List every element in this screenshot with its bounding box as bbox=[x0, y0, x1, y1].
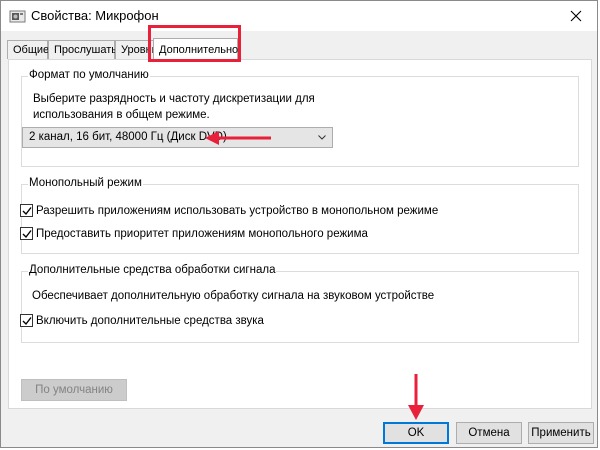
cancel-button[interactable]: Отмена bbox=[456, 422, 522, 444]
default-format-description-1: Выберите разрядность и частоту дискретиз… bbox=[33, 93, 315, 105]
allow-exclusive-label: Разрешить приложениям использовать устро… bbox=[36, 205, 439, 217]
window-title: Свойства: Микрофон bbox=[31, 8, 159, 23]
title-bar: Свойства: Микрофон bbox=[1, 1, 597, 31]
exclusive-mode-group: Монопольный режим bbox=[21, 177, 579, 254]
restore-defaults-button[interactable]: По умолчанию bbox=[21, 379, 127, 401]
signal-enhancements-group: Дополнительные средства обработки сигнал… bbox=[21, 264, 579, 343]
close-button[interactable] bbox=[559, 3, 593, 29]
tab-panel-advanced: Формат по умолчанию Выберите разрядность… bbox=[8, 59, 592, 409]
default-format-description-2: использования в общем режиме. bbox=[33, 109, 210, 121]
exclusive-priority-checkbox[interactable] bbox=[20, 227, 33, 240]
enable-enhancements-label: Включить дополнительные средства звука bbox=[36, 315, 264, 327]
apply-button[interactable]: Применить bbox=[528, 422, 594, 444]
default-format-label: Формат по умолчанию bbox=[28, 69, 150, 81]
highlight-box bbox=[148, 25, 241, 62]
checkmark-icon bbox=[22, 317, 32, 326]
properties-dialog: Свойства: Микрофон Общие Прослушать Уров… bbox=[0, 0, 598, 448]
arrow-down-annotation-icon bbox=[408, 374, 424, 420]
sample-format-value: 2 канал, 16 бит, 48000 Гц (Диск DVD) bbox=[29, 131, 227, 143]
exclusive-mode-label: Монопольный режим bbox=[28, 177, 143, 189]
exclusive-priority-label: Предоставить приоритет приложениям моноп… bbox=[36, 228, 368, 240]
default-format-group: Формат по умолчанию Выберите разрядность… bbox=[21, 69, 579, 167]
enable-enhancements-checkbox[interactable] bbox=[20, 314, 33, 327]
arrow-left-annotation-icon bbox=[205, 131, 271, 145]
speaker-icon bbox=[9, 10, 26, 23]
checkmark-icon bbox=[22, 230, 32, 239]
ok-button[interactable]: OK bbox=[383, 422, 449, 444]
tab-listen[interactable]: Прослушать bbox=[48, 40, 117, 59]
checkmark-icon bbox=[22, 207, 32, 216]
signal-enhancements-label: Дополнительные средства обработки сигнал… bbox=[28, 264, 277, 276]
tab-general[interactable]: Общие bbox=[7, 40, 49, 59]
signal-enhancements-description: Обеспечивает дополнительную обработку си… bbox=[32, 290, 435, 302]
close-icon bbox=[570, 10, 582, 22]
sample-format-dropdown[interactable]: 2 канал, 16 бит, 48000 Гц (Диск DVD) bbox=[22, 127, 333, 148]
chevron-down-icon bbox=[318, 135, 326, 140]
allow-exclusive-checkbox[interactable] bbox=[20, 204, 33, 217]
